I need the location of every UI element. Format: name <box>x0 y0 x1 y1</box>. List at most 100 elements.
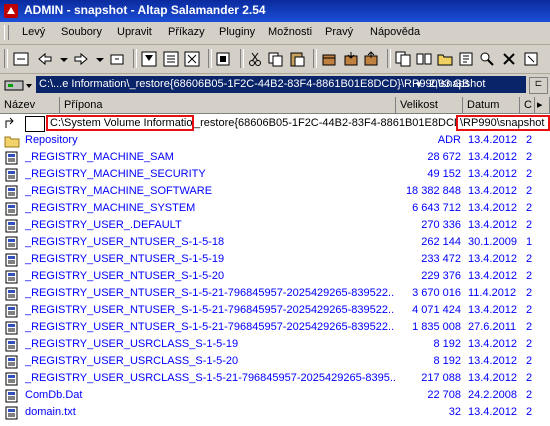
file-row[interactable]: _REGISTRY_USER_USRCLASS_S-1-5-21-7968459… <box>0 371 550 387</box>
menu-pluginy[interactable]: Pluginy <box>219 26 255 38</box>
file-row[interactable]: domain.txt 32 13.4.2012 2 <box>0 405 550 421</box>
copy-icon[interactable] <box>266 50 284 68</box>
file-row[interactable]: ComDb.Dat 22 708 24.2.2008 2 <box>0 388 550 404</box>
refresh-icon[interactable] <box>12 50 30 68</box>
plugin-icon[interactable] <box>522 50 540 68</box>
toolbar-separator <box>208 49 212 68</box>
file-name: _REGISTRY_USER_NTUSER_S-1-5-18 <box>25 236 225 248</box>
salamander-app-icon[interactable] <box>3 3 19 19</box>
file-icon <box>4 355 20 369</box>
file-icon <box>4 151 20 165</box>
select-all-icon[interactable] <box>214 50 232 68</box>
file-row[interactable]: _REGISTRY_USER_.DEFAULT 270 336 13.4.2012 2 <box>0 218 550 234</box>
file-size: 6 643 712 <box>412 202 461 214</box>
select-icon[interactable] <box>162 50 180 68</box>
file-row[interactable]: _REGISTRY_MACHINE_SYSTEM 6 643 712 13.4.20… <box>0 201 550 217</box>
file-extra: 2 <box>526 219 533 231</box>
back-icon[interactable] <box>36 50 54 68</box>
paste-icon[interactable] <box>288 50 306 68</box>
file-icon <box>4 304 20 318</box>
toolbar-grip[interactable] <box>4 49 8 68</box>
column-size[interactable]: Velikost <box>396 97 463 113</box>
unpack-icon[interactable] <box>342 50 360 68</box>
file-name: _REGISTRY_USER_USRCLASS_S-1-5-21-7968459… <box>25 372 395 384</box>
file-row[interactable]: _REGISTRY_USER_NTUSER_S-1-5-18 262 144 30.… <box>0 235 550 251</box>
panel-options-button[interactable]: ⊏ <box>529 77 548 94</box>
file-extra: 1 <box>526 236 533 248</box>
file-row[interactable]: _REGISTRY_USER_USRCLASS_S-1-5-19 8 192 13.… <box>0 337 550 353</box>
path-combobox[interactable]: C:\...e Information\_restore{68606B05-1F… <box>36 76 526 93</box>
file-name: domain.txt <box>25 406 76 418</box>
menu-moznosti[interactable]: Možnosti <box>268 26 312 38</box>
file-extra: 2 <box>526 134 533 146</box>
up-dir-row[interactable]: C:\System Volume Information\ _restore{6… <box>0 114 550 133</box>
menu-bar: Levý Soubory Upravit Příkazy Pluginy Mož… <box>0 22 550 45</box>
file-row[interactable]: _REGISTRY_USER_NTUSER_S-1-5-21-796845957… <box>0 286 550 302</box>
column-extension[interactable]: Přípona <box>60 97 396 113</box>
up-dir-icon[interactable] <box>3 116 21 130</box>
title-bar: ADMIN - snapshot - Altap Salamander 2.54 <box>0 0 550 22</box>
forward-dropdown-icon[interactable] <box>91 50 109 68</box>
file-row[interactable]: _REGISTRY_MACHINE_SECURITY 49 152 13.4.201… <box>0 167 550 183</box>
file-row[interactable]: _REGISTRY_MACHINE_SOFTWARE 18 382 848 13.4… <box>0 184 550 200</box>
file-row[interactable]: _REGISTRY_MACHINE_SAM 28 672 13.4.2012 2 <box>0 150 550 166</box>
forward-icon[interactable] <box>72 50 90 68</box>
toolbar-separator <box>313 49 317 68</box>
file-row[interactable]: _REGISTRY_USER_NTUSER_S-1-5-20 229 376 13.… <box>0 269 550 285</box>
file-name: _REGISTRY_USER_.DEFAULT <box>25 219 182 231</box>
find-icon[interactable] <box>478 50 496 68</box>
move-icon[interactable] <box>362 50 380 68</box>
menu-levy[interactable]: Levý <box>22 26 45 38</box>
file-row[interactable]: _REGISTRY_USER_NTUSER_S-1-5-21-796845957… <box>0 303 550 319</box>
file-date: 13.4.2012 <box>468 168 517 180</box>
folder-icon <box>4 134 20 148</box>
menu-upravit[interactable]: Upravit <box>117 26 152 38</box>
file-date: 13.4.2012 <box>468 185 517 197</box>
filter-icon[interactable] <box>140 50 158 68</box>
file-name: _REGISTRY_USER_NTUSER_S-1-5-21-796845957… <box>25 304 395 316</box>
file-size: 18 382 848 <box>405 185 461 197</box>
file-name: _REGISTRY_MACHINE_SECURITY <box>25 168 206 180</box>
file-name: _REGISTRY_USER_USRCLASS_S-1-5-20 <box>25 355 239 367</box>
properties-icon[interactable] <box>457 50 475 68</box>
file-icon <box>4 372 20 386</box>
unselect-icon[interactable] <box>183 50 201 68</box>
column-extra[interactable]: C <box>520 97 535 113</box>
free-space: 2,93 GB <box>429 78 470 90</box>
scroll-right-icon[interactable]: ▸ <box>535 97 550 113</box>
file-row[interactable]: _REGISTRY_USER_NTUSER_S-1-5-19 233 472 13.… <box>0 252 550 268</box>
file-row[interactable]: _REGISTRY_USER_USRCLASS_S-1-5-20 8 192 13.… <box>0 354 550 370</box>
menu-pravy[interactable]: Pravý <box>325 26 353 38</box>
drive-selector-icon[interactable] <box>4 77 34 93</box>
file-extra: 2 <box>526 168 533 180</box>
pack-icon[interactable] <box>320 50 338 68</box>
file-size: ADR <box>437 134 461 146</box>
cut-icon[interactable] <box>246 50 264 68</box>
column-date[interactable]: Datum <box>463 97 520 113</box>
menu-napoveda[interactable]: Nápověda <box>370 26 420 38</box>
file-row[interactable]: _REGISTRY_USER_NTUSER_S-1-5-21-796845957… <box>0 320 550 336</box>
copy-files-icon[interactable] <box>394 50 412 68</box>
file-extra: 2 <box>526 338 533 350</box>
file-icon <box>4 185 20 199</box>
file-icon <box>4 202 20 216</box>
file-date: 13.4.2012 <box>468 151 517 163</box>
file-date: 13.4.2012 <box>468 355 517 367</box>
file-icon <box>4 219 20 233</box>
delete-icon[interactable] <box>500 50 518 68</box>
compare-icon[interactable] <box>415 50 433 68</box>
back-dropdown-icon[interactable] <box>55 50 73 68</box>
menu-prikazy[interactable]: Příkazy <box>168 26 205 38</box>
connect-icon[interactable] <box>108 50 126 68</box>
file-date: 30.1.2009 <box>468 236 517 248</box>
file-row[interactable]: Repository ADR 13.4.2012 2 <box>0 133 550 149</box>
path-dropdown-icon[interactable]: ▾ <box>416 78 422 91</box>
file-date: 13.4.2012 <box>468 406 517 418</box>
menu-soubory[interactable]: Soubory <box>61 26 102 38</box>
new-folder-icon[interactable] <box>436 50 454 68</box>
file-size: 32 <box>448 406 461 418</box>
file-date: 27.6.2011 <box>468 321 517 333</box>
column-name[interactable]: Název <box>0 97 60 113</box>
menu-grip[interactable] <box>4 25 9 40</box>
file-extra: 2 <box>526 185 533 197</box>
